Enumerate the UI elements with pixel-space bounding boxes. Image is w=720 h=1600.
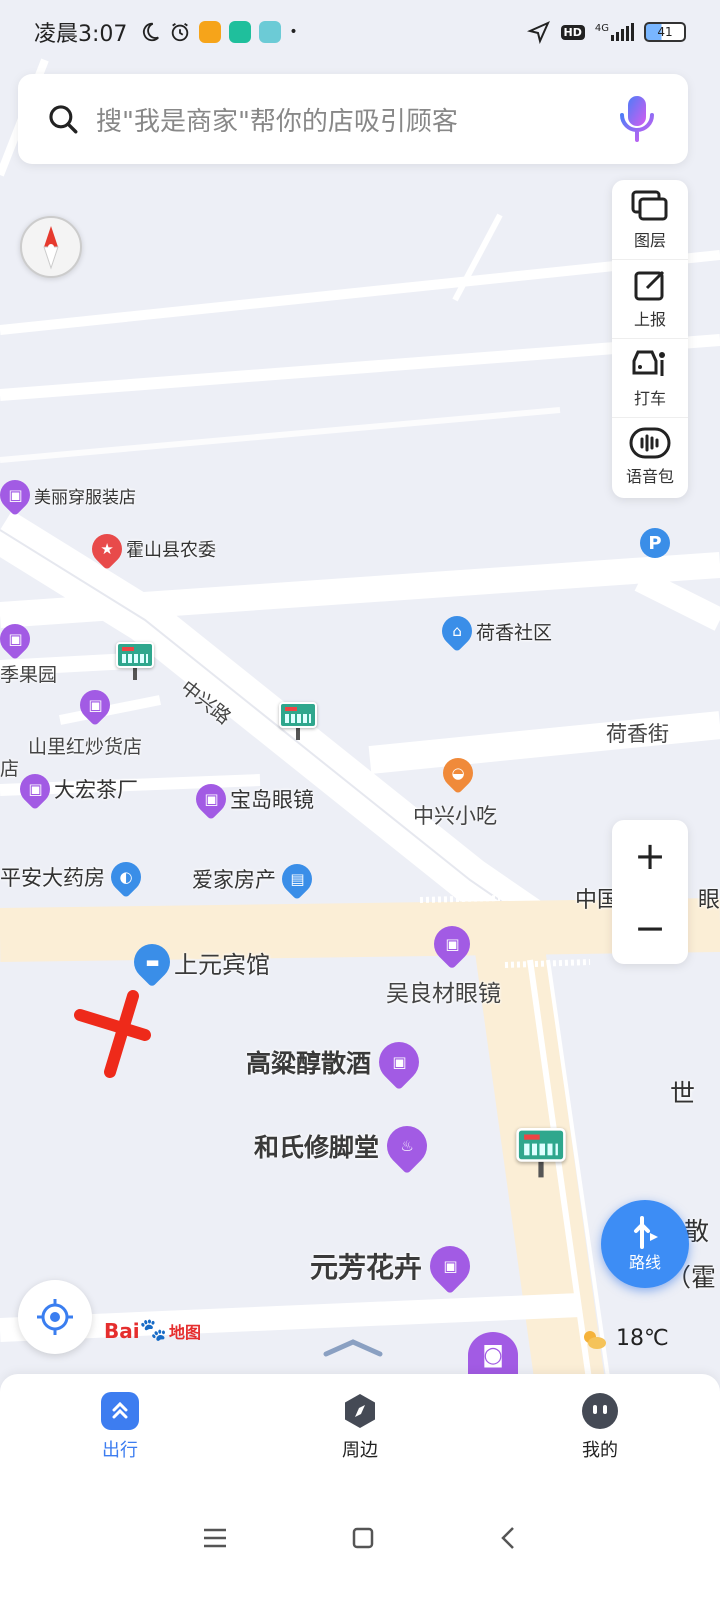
system-navigation-bar — [0, 1476, 720, 1600]
route-arrow-icon — [634, 1216, 658, 1249]
poi-meili[interactable]: ▣ 美丽穿服装店 — [0, 473, 136, 517]
bus-stop-icon[interactable] — [279, 702, 317, 742]
map-tools-panel: 图层 上报 打车 语音包 — [612, 180, 688, 498]
status-bar: 凌晨3:07 • HD 4G 41 — [0, 0, 720, 64]
food-bowl-icon: ◒ — [436, 751, 480, 795]
panel-handle[interactable] — [322, 1336, 384, 1362]
poi-gaoliang[interactable]: 高粱醇散酒 ▣ — [246, 1033, 428, 1091]
baidu-map-logo: Bai 🐾 地图 — [104, 1318, 202, 1343]
hd-badge: HD — [560, 24, 585, 40]
bottom-navigation: 出行 周边 我的 — [0, 1374, 720, 1476]
poi-wuliang-label: 吴良材眼镜 — [386, 981, 501, 1007]
layers-icon — [631, 190, 668, 220]
camera-icon[interactable]: ◙ — [468, 1332, 518, 1378]
signal-icon: 4G — [595, 23, 634, 41]
compass-icon — [43, 226, 59, 270]
shop-bag-icon: ▣ — [421, 1237, 479, 1295]
menu-icon[interactable] — [202, 1527, 228, 1549]
alarm-icon — [172, 22, 189, 42]
shop-bag-icon: ▣ — [370, 1033, 428, 1091]
poi-jiguoyuan-label: 季果园 — [0, 664, 58, 686]
nav-nearby[interactable]: 周边 — [240, 1374, 480, 1476]
shop-bag-icon: ▣ — [189, 777, 233, 821]
search-bar[interactable]: 搜"我是商家"帮你的店吸引顾客 — [18, 74, 688, 164]
target-icon — [37, 1299, 73, 1335]
app-notification-icon — [259, 21, 282, 43]
community-icon: ⌂ — [435, 609, 479, 653]
travel-icon — [101, 1392, 139, 1430]
nav-travel[interactable]: 出行 — [0, 1374, 240, 1476]
shop-bag-icon: ▣ — [73, 683, 117, 727]
status-time: 凌晨3:07 — [34, 22, 128, 47]
poi-baodao[interactable]: ▣ 宝岛眼镜 — [189, 777, 314, 821]
more-dot-icon: • — [289, 24, 298, 40]
route-button[interactable]: 路线 — [601, 1200, 689, 1288]
edge-label-yan: 眼 — [698, 888, 720, 913]
search-icon — [49, 105, 78, 134]
battery-icon: 41 — [644, 22, 686, 42]
poi-nongwei[interactable]: ★ 霍山县农委 — [85, 527, 216, 571]
parking-icon[interactable]: P — [640, 528, 670, 558]
poi-yuanfang[interactable]: 元芳花卉 ▣ — [310, 1237, 479, 1295]
poi-dahong[interactable]: ▣ 大宏茶厂 — [13, 767, 138, 811]
foot-spa-icon: ♨ — [378, 1117, 436, 1175]
moon-icon — [143, 22, 160, 42]
voice-pack-icon — [629, 427, 671, 459]
shop-bag-icon: ▣ — [426, 918, 478, 970]
poi-aijia[interactable]: 爱家房产 ▤ — [192, 857, 319, 901]
tool-voice-pack[interactable]: 语音包 — [612, 417, 688, 496]
poi-dian-label: 店 — [0, 758, 20, 780]
bus-stop-icon[interactable] — [116, 642, 154, 682]
poi-heshang[interactable]: ⌂ 荷香社区 — [435, 609, 552, 653]
tool-taxi[interactable]: 打车 — [612, 338, 688, 417]
location-arrow-icon — [526, 21, 550, 44]
chevron-up-icon — [323, 1339, 383, 1357]
shop-bag-icon: ▣ — [13, 767, 57, 811]
edge-label-shi: 世 — [670, 1079, 696, 1108]
weather-temperature: 18℃ — [616, 1326, 669, 1351]
report-icon — [634, 270, 665, 301]
road-label-hexiang: 荷香街 — [606, 722, 669, 746]
bus-stop-icon[interactable] — [516, 1128, 566, 1180]
microphone-icon[interactable] — [614, 93, 660, 145]
app-notification-icon — [199, 21, 222, 43]
back-icon[interactable] — [498, 1525, 518, 1551]
pharmacy-pill-icon: ◐ — [104, 855, 148, 899]
profile-icon — [582, 1393, 618, 1429]
poi-heshi[interactable]: 和氏修脚堂 ♨ — [254, 1117, 436, 1175]
government-star-icon: ★ — [85, 527, 129, 571]
compass-nearby-icon — [345, 1394, 375, 1428]
poi-zhongxing-snack-label: 中兴小吃 — [413, 804, 497, 828]
poi-shanli-label: 山里红炒货店 — [28, 736, 143, 758]
zoom-control: + − — [612, 820, 688, 964]
poi-shangyuan[interactable]: ▬ 上元宾馆 — [126, 936, 270, 988]
home-icon[interactable] — [351, 1526, 375, 1550]
tool-layers[interactable]: 图层 — [612, 180, 688, 259]
zoom-out-button[interactable]: − — [612, 892, 688, 964]
partly-sunny-icon — [584, 1330, 606, 1349]
app-notification-icon — [229, 21, 252, 43]
compass-button[interactable] — [20, 216, 82, 278]
shop-bag-icon: ▣ — [0, 473, 37, 517]
search-placeholder: 搜"我是商家"帮你的店吸引顾客 — [96, 106, 458, 137]
real-estate-icon: ▤ — [275, 857, 319, 901]
hotel-bed-icon: ▬ — [126, 936, 178, 988]
nav-mine[interactable]: 我的 — [480, 1374, 720, 1476]
weather-widget[interactable]: 18℃ — [580, 1326, 669, 1351]
poi-anda[interactable]: 平安大药房 ◐ — [0, 855, 148, 899]
tool-report[interactable]: 上报 — [612, 259, 688, 338]
zoom-in-button[interactable]: + — [612, 820, 688, 892]
paw-icon: 🐾 — [139, 1318, 168, 1343]
taxi-icon — [632, 350, 665, 376]
locate-me-button[interactable] — [18, 1280, 92, 1354]
